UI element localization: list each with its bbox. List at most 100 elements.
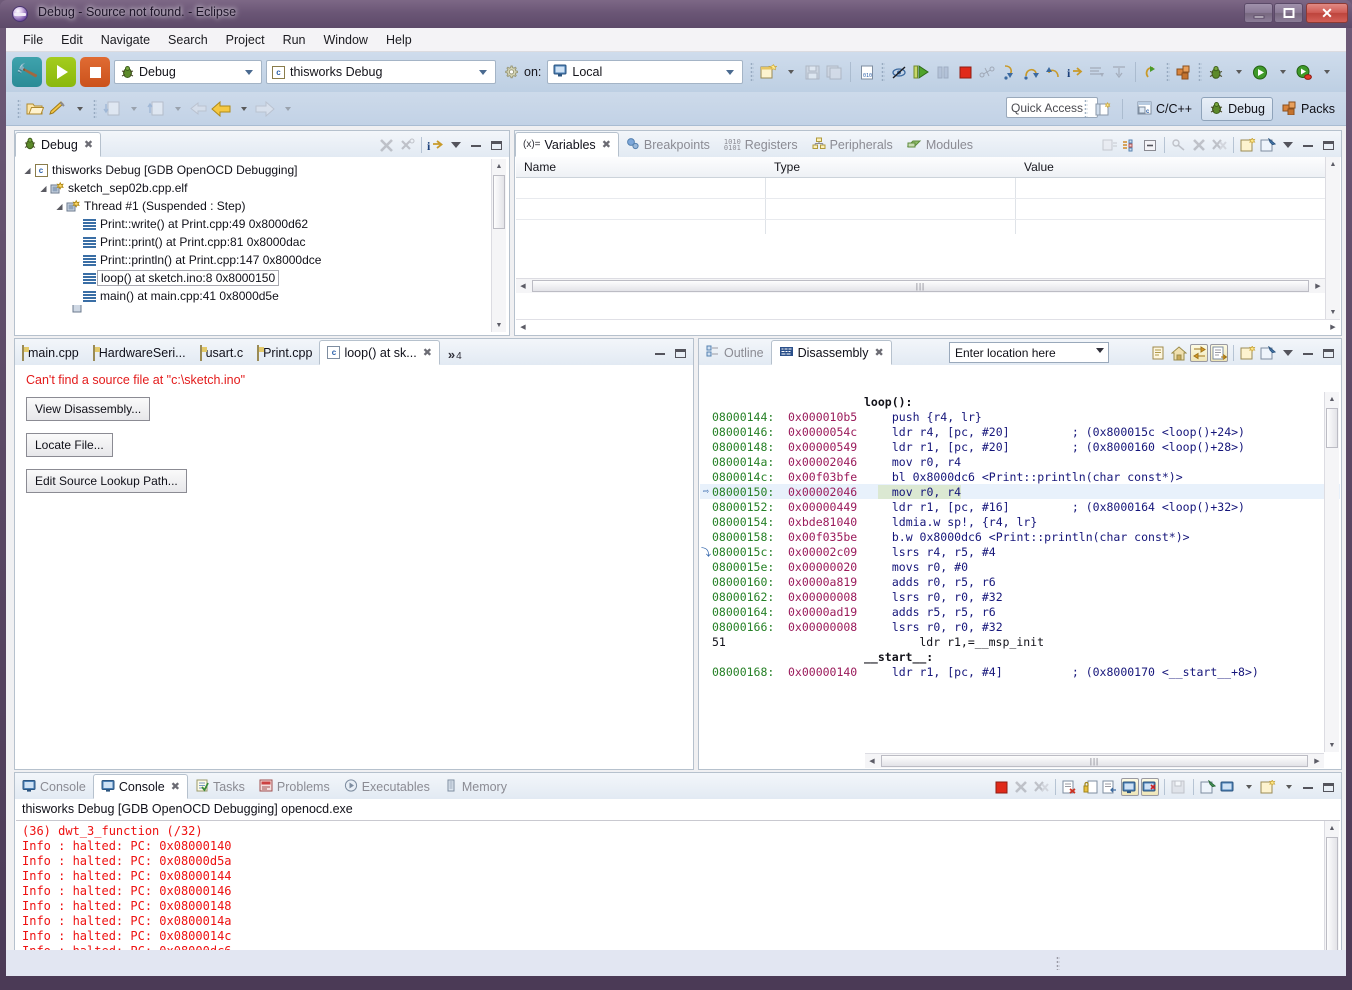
maximize-view-button[interactable] — [1319, 778, 1337, 796]
close-icon[interactable]: ✖ — [423, 346, 432, 359]
disassembly-line[interactable]: 0800014c: 0x00f03bfe bl 0x8000dc6 <Print:… — [700, 469, 1340, 484]
new-dropdown-button[interactable] — [779, 59, 801, 85]
tab-breakpoints[interactable]: Breakpoints — [619, 133, 717, 157]
show-console-on-output-button[interactable] — [1121, 778, 1139, 796]
use-step-filters-button[interactable] — [1108, 59, 1130, 85]
console-tab-5-memory[interactable]: Memory — [437, 775, 514, 799]
tab-variables[interactable]: (x)= Variables ✖ — [515, 132, 619, 157]
profile-button[interactable] — [1293, 59, 1315, 85]
debug-launch-button[interactable] — [1205, 59, 1227, 85]
close-icon[interactable]: ✖ — [171, 780, 180, 793]
scroll-right-icon[interactable]: ▶ — [1326, 320, 1340, 334]
terminate-console-button[interactable] — [992, 778, 1010, 796]
suspend-button[interactable] — [932, 59, 954, 85]
collapse-button[interactable] — [1141, 136, 1159, 154]
link-to-active-frame-button[interactable] — [1190, 344, 1208, 362]
disassembly-line[interactable]: __start__: — [700, 649, 1340, 664]
maximize-editor-button[interactable] — [671, 344, 689, 362]
editor-tab-usart-c[interactable]: usart.c — [193, 341, 251, 365]
perspective-debug[interactable]: Debug — [1201, 97, 1273, 121]
remove-all-terminated-button[interactable] — [378, 136, 396, 154]
locate-file-button[interactable]: Locate File... — [26, 433, 113, 457]
save-all-button[interactable] — [823, 59, 845, 85]
debug-tree-row-partial[interactable] — [16, 305, 508, 313]
copy-to-clipboard-button[interactable] — [1150, 344, 1168, 362]
perspective-cpp[interactable]: c C/C++ — [1130, 97, 1199, 121]
window-close-button[interactable]: ✕ — [1306, 3, 1348, 23]
editor-tab-overflow[interactable]: » 4 — [440, 347, 468, 365]
disassembly-line[interactable]: ⤵ 0800015c: 0x00002c09 lsrs r4, r5, #4 — [700, 544, 1340, 560]
debug-tree-row[interactable]: loop() at sketch.ino:8 0x8000150 — [16, 269, 508, 287]
tree-expander-icon[interactable]: ◢ — [38, 184, 49, 193]
disassembly-line[interactable]: 08000154: 0xbde81040 ldmia.w sp!, {r4, lr… — [700, 514, 1340, 529]
disassembly-hscrollbar[interactable]: ◀ ||| ▶ — [865, 753, 1324, 768]
column-header-type[interactable]: Type — [766, 157, 1016, 178]
edit-source-lookup-path-button[interactable]: Edit Source Lookup Path... — [26, 469, 187, 493]
forward-button[interactable] — [254, 96, 276, 122]
launch-mode-combo[interactable]: Debug — [114, 60, 262, 84]
debug-tree-row[interactable]: Print::print() at Print.cpp:81 0x8000dac — [16, 233, 508, 251]
run-button[interactable] — [46, 57, 76, 87]
remove-all-button[interactable] — [1210, 136, 1228, 154]
view-menu-button[interactable] — [1279, 344, 1297, 362]
disassembly-line[interactable]: 08000168: 0x00000140 ldr r1, [pc, #4] ; (… — [700, 664, 1340, 679]
variables-hscrollbar-outer[interactable]: ◀ ▶ — [516, 319, 1340, 334]
disassembly-line[interactable]: 08000144: 0x000010b5 push {r4, lr} — [700, 409, 1340, 424]
disassembly-line[interactable]: 08000160: 0x0000a819 adds r0, r5, r6 — [700, 574, 1340, 589]
open-resource-button[interactable] — [24, 96, 46, 122]
scroll-left-icon[interactable]: ◀ — [516, 320, 530, 334]
tab-peripherals[interactable]: Peripherals — [805, 133, 900, 157]
menu-project[interactable]: Project — [217, 30, 274, 50]
minimize-view-button[interactable] — [1299, 344, 1317, 362]
scroll-up-icon[interactable]: ▲ — [1325, 392, 1339, 406]
close-icon[interactable]: ✖ — [874, 346, 883, 359]
scroll-left-icon[interactable]: ◀ — [865, 754, 879, 768]
menu-help[interactable]: Help — [377, 30, 421, 50]
instruction-stepping-mode-button[interactable]: i — [427, 136, 445, 154]
launch-config-combo[interactable]: c thisworks Debug — [266, 60, 496, 84]
column-header-name[interactable]: Name — [516, 157, 766, 178]
next-annotation-dropdown[interactable] — [122, 96, 144, 122]
editor-tab-hardwareseri[interactable]: HardwareSeri... — [86, 341, 193, 365]
column-divider[interactable] — [765, 178, 766, 234]
console-tab-2-tasks[interactable]: Tasks — [188, 775, 252, 799]
disassembly-line[interactable]: 51 ldr r1,=__msp_init — [700, 634, 1340, 649]
debug-tree-row[interactable]: main() at main.cpp:41 0x8000d5e — [16, 287, 508, 305]
menu-edit[interactable]: Edit — [52, 30, 92, 50]
disassembly-line[interactable]: 08000148: 0x00000549 ldr r1, [pc, #20] ; … — [700, 439, 1340, 454]
highlight-button[interactable] — [46, 96, 68, 122]
new-view-button[interactable] — [1239, 136, 1257, 154]
collapse-all-button[interactable] — [1121, 136, 1139, 154]
scroll-up-icon[interactable]: ▲ — [1326, 157, 1340, 171]
scroll-right-icon[interactable]: ▶ — [1311, 279, 1325, 293]
scrollbar-thumb[interactable] — [493, 175, 505, 229]
debug-tree-row[interactable]: ◢ c thisworks Debug [GDB OpenOCD Debugging… — [16, 161, 508, 179]
save-button[interactable] — [801, 59, 823, 85]
launch-settings-gear-button[interactable] — [500, 59, 522, 85]
previous-annotation-button[interactable] — [144, 96, 166, 122]
console-tab-0-console[interactable]: Console — [15, 775, 93, 799]
disassembly-line[interactable]: 08000164: 0x0000ad19 adds r5, r5, r6 — [700, 604, 1340, 619]
tab-registers[interactable]: 1010 0101 Registers — [717, 133, 805, 157]
drop-to-frame-button[interactable] — [1086, 59, 1108, 85]
view-disassembly-button[interactable]: View Disassembly... — [26, 397, 151, 421]
scroll-up-icon[interactable]: ▲ — [1325, 821, 1339, 835]
step-into-button[interactable] — [998, 59, 1020, 85]
previous-annotation-dropdown[interactable] — [166, 96, 188, 122]
step-return-button[interactable] — [1042, 59, 1064, 85]
disconnect-button[interactable] — [976, 59, 998, 85]
menu-navigate[interactable]: Navigate — [92, 30, 159, 50]
location-input[interactable]: Enter location here — [949, 342, 1109, 363]
location-dropdown-icon[interactable] — [1096, 348, 1104, 353]
menu-search[interactable]: Search — [159, 30, 217, 50]
console-tab-1-console[interactable]: Console ✖ — [92, 774, 188, 799]
tab-modules[interactable]: Modules — [900, 133, 980, 157]
home-button[interactable] — [1170, 344, 1188, 362]
launch-target-combo[interactable]: Local — [547, 60, 744, 84]
editor-tab-main-cpp[interactable]: main.cpp — [15, 341, 86, 365]
run-launch-button[interactable] — [1249, 59, 1271, 85]
minimize-view-button[interactable] — [1299, 778, 1317, 796]
display-selected-console-button[interactable] — [1219, 778, 1237, 796]
disassembly-line[interactable]: 08000158: 0x00f035be b.w 0x8000dc6 <Print… — [700, 529, 1340, 544]
maximize-view-button[interactable] — [487, 136, 505, 154]
